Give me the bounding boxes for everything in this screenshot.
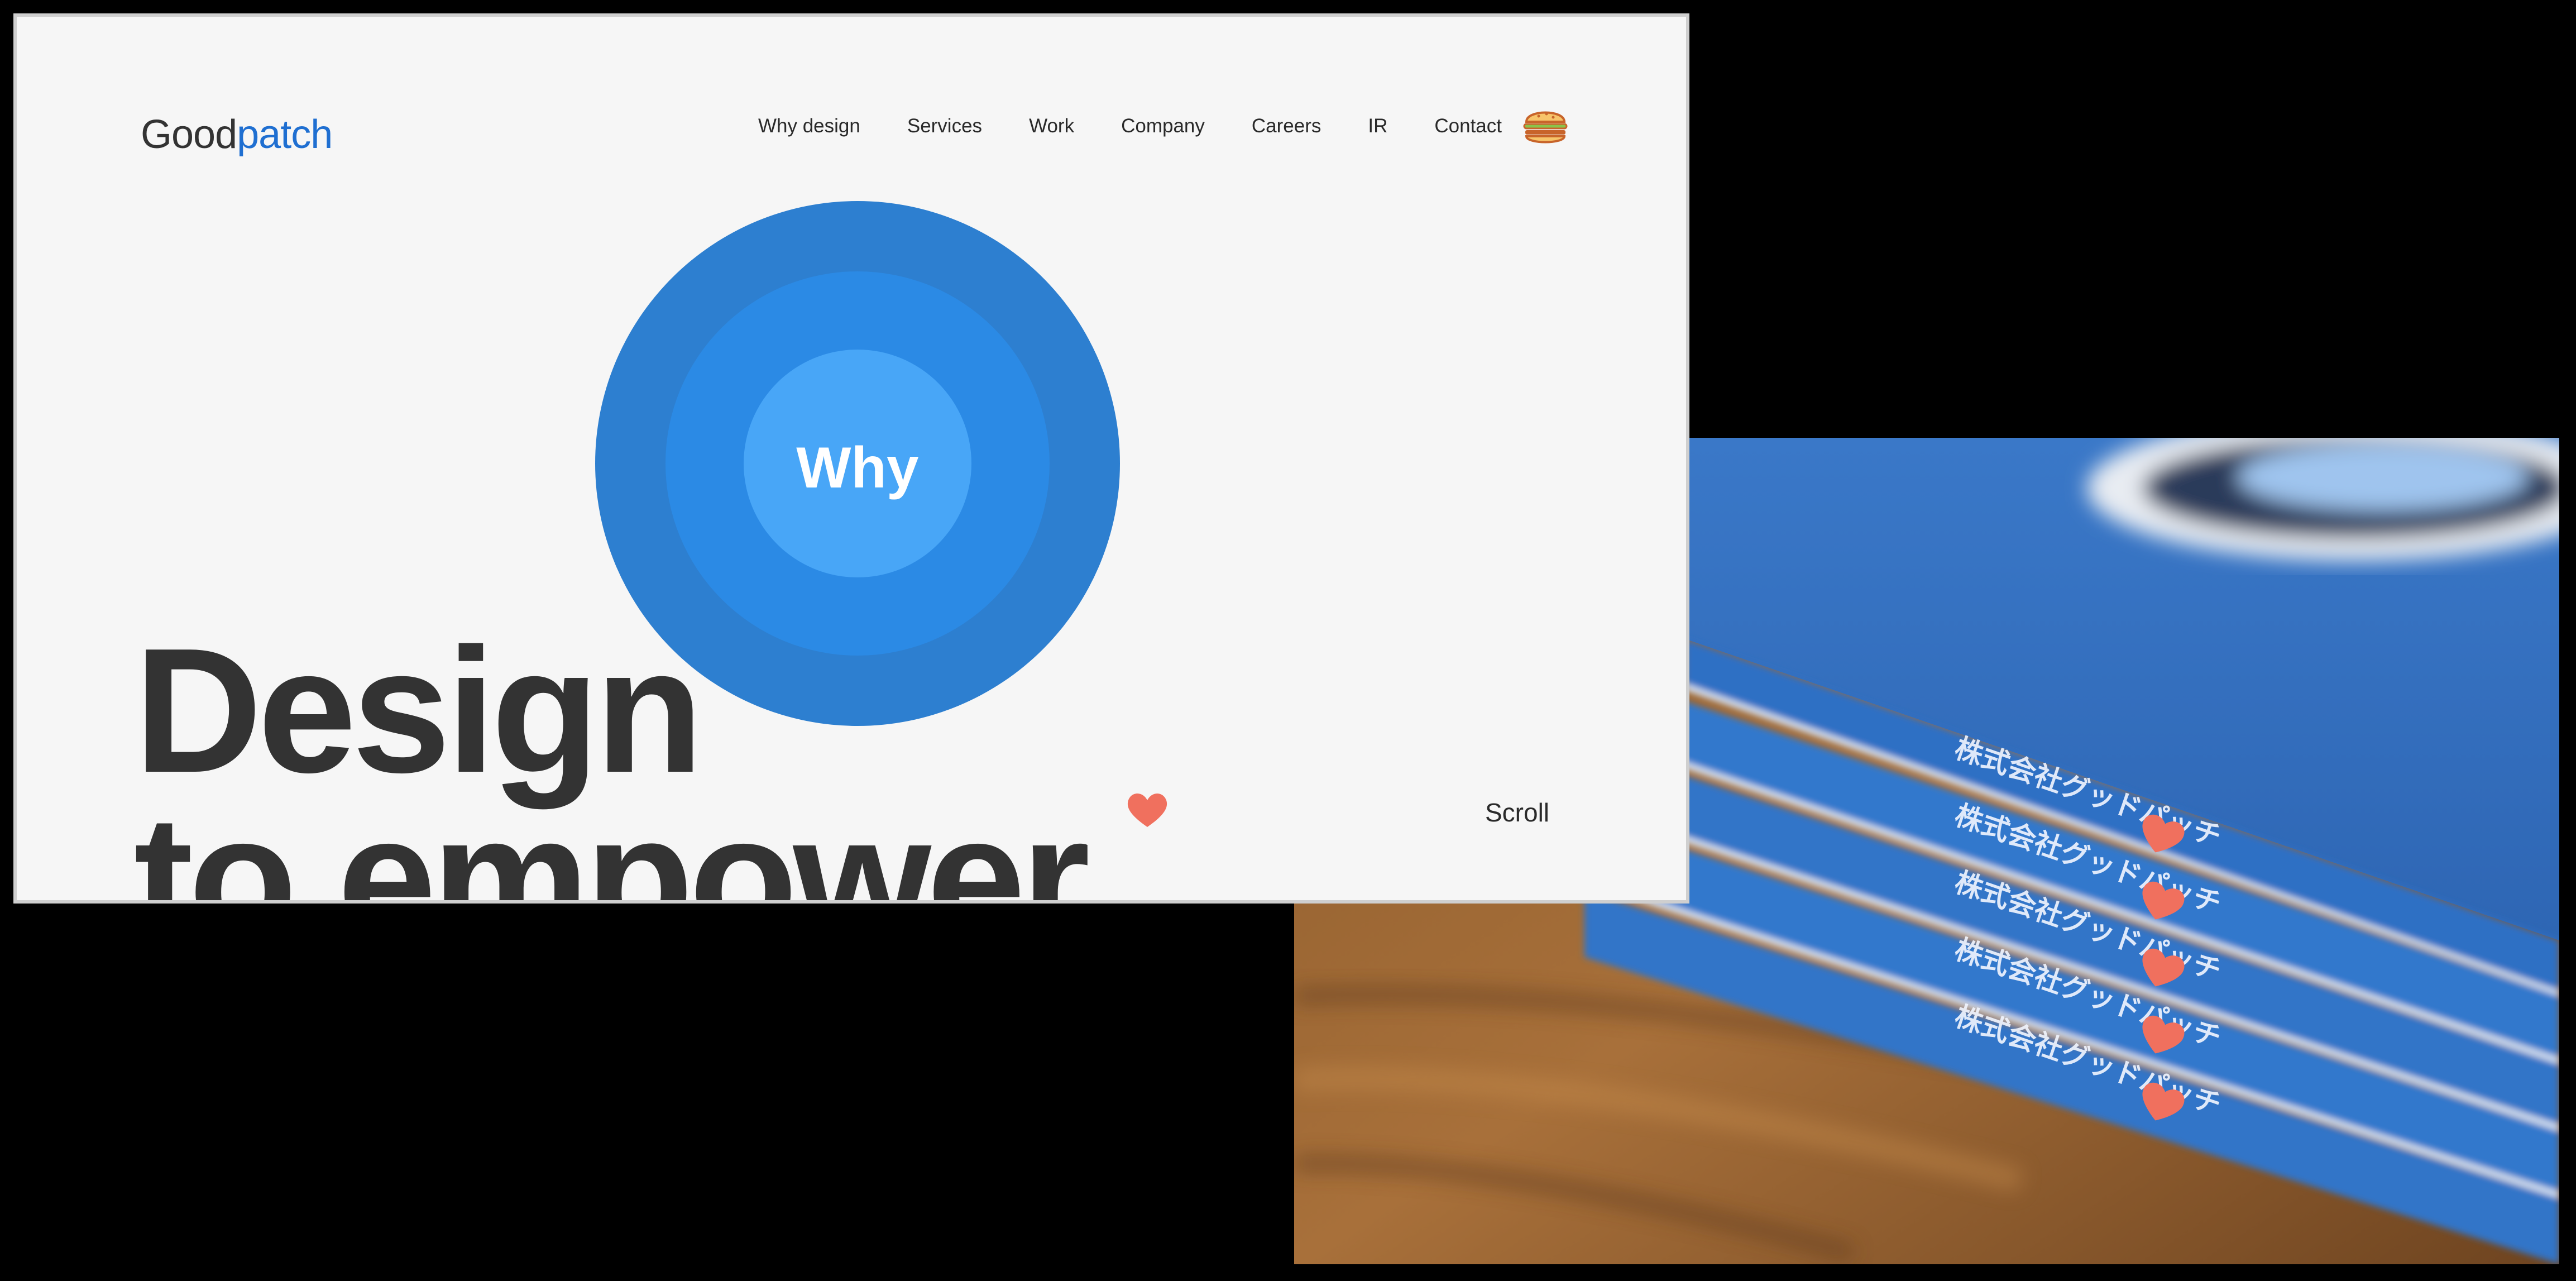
headline-line-2: to empower	[134, 779, 1090, 904]
hero-headline: Design to empower	[134, 611, 1090, 904]
nav-item-why-design[interactable]: Why design	[758, 115, 860, 137]
headline-line-1: Design	[134, 611, 703, 810]
nav-item-services[interactable]: Services	[907, 115, 982, 137]
scroll-indicator[interactable]: Scroll	[1485, 797, 1549, 828]
nav-item-careers[interactable]: Careers	[1252, 115, 1321, 137]
hamburger-burger-icon[interactable]	[1519, 99, 1572, 153]
main-nav: Why design Services Work Company Careers…	[758, 115, 1502, 137]
why-circle-label[interactable]: Why	[740, 351, 975, 585]
nav-item-ir[interactable]: IR	[1368, 115, 1387, 137]
logo-text-patch: patch	[237, 112, 333, 157]
website-window: Goodpatch Why design Services Work Compa…	[13, 13, 1689, 904]
goodpatch-logo[interactable]: Goodpatch	[141, 104, 333, 165]
heart-icon	[1127, 794, 1167, 827]
logo-text-good: Good	[141, 112, 237, 157]
nav-item-work[interactable]: Work	[1029, 115, 1074, 137]
nav-item-company[interactable]: Company	[1121, 115, 1205, 137]
nav-item-contact[interactable]: Contact	[1434, 115, 1502, 137]
